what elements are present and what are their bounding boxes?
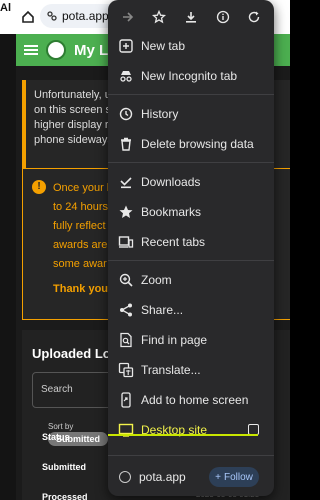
menu-top-actions bbox=[108, 0, 274, 34]
arrow-forward-icon[interactable] bbox=[121, 10, 135, 24]
follow-label: Follow bbox=[223, 471, 253, 483]
menu-item-label: Delete browsing data bbox=[141, 137, 254, 151]
menu-item-label: Add to home screen bbox=[141, 393, 249, 407]
info-icon[interactable] bbox=[216, 10, 230, 24]
status-bar-fragment: Al bbox=[0, 0, 16, 34]
home-icon[interactable] bbox=[18, 7, 38, 27]
plus-square-icon bbox=[119, 39, 133, 53]
sort-by-label: Sort by bbox=[48, 422, 74, 431]
menu-divider bbox=[108, 260, 274, 261]
url-text: pota.app bbox=[62, 9, 109, 23]
add-to-home-icon bbox=[121, 392, 131, 408]
alert-icon: ! bbox=[32, 180, 46, 194]
menu-divider bbox=[108, 94, 274, 95]
browser-overflow-menu: New tab New Incognito tab History Delete… bbox=[108, 0, 274, 496]
trash-icon bbox=[121, 137, 131, 151]
globe-icon bbox=[119, 471, 131, 483]
menu-item-history[interactable]: History bbox=[108, 99, 274, 129]
download-check-icon bbox=[120, 177, 132, 189]
menu-item-bookmarks[interactable]: Bookmarks bbox=[108, 197, 274, 227]
menu-item-translate[interactable]: Translate... bbox=[108, 355, 274, 385]
menu-item-new-incognito-tab[interactable]: New Incognito tab bbox=[108, 61, 274, 91]
devices-icon bbox=[118, 236, 134, 248]
download-icon[interactable] bbox=[184, 10, 198, 24]
menu-item-label: Bookmarks bbox=[141, 205, 202, 219]
menu-footer-site: pota.app bbox=[119, 470, 186, 484]
menu-item-label: New tab bbox=[141, 39, 186, 53]
translate-icon bbox=[118, 362, 134, 378]
zoom-icon bbox=[119, 273, 133, 287]
menu-item-downloads[interactable]: Downloads bbox=[108, 167, 274, 197]
star-icon bbox=[119, 205, 133, 218]
hamburger-menu-icon[interactable] bbox=[24, 44, 38, 56]
menu-item-find-in-page[interactable]: Find in page bbox=[108, 325, 274, 355]
highlight-underline bbox=[108, 434, 258, 436]
menu-item-label: Find in page bbox=[141, 333, 208, 347]
menu-item-label: Zoom bbox=[141, 273, 172, 287]
incognito-icon bbox=[120, 71, 132, 82]
menu-item-label: Translate... bbox=[141, 363, 201, 377]
footer-site-label: pota.app bbox=[139, 470, 186, 484]
menu-item-zoom[interactable]: Zoom bbox=[108, 265, 274, 295]
row-label-submitted: Submitted bbox=[42, 462, 86, 472]
section-title: Uploaded Log bbox=[32, 346, 119, 361]
menu-item-label: History bbox=[141, 107, 179, 121]
menu-item-recent-tabs[interactable]: Recent tabs bbox=[108, 227, 274, 257]
row-label-processed: Processed bbox=[42, 492, 88, 500]
reload-icon[interactable] bbox=[247, 10, 261, 24]
menu-item-label: Share... bbox=[141, 303, 184, 317]
row-label-status: Status bbox=[42, 432, 70, 442]
site-settings-icon[interactable] bbox=[46, 10, 58, 22]
site-logo bbox=[46, 40, 66, 60]
menu-divider bbox=[108, 162, 274, 163]
menu-item-new-tab[interactable]: New tab bbox=[108, 31, 274, 61]
menu-item-delete-browsing-data[interactable]: Delete browsing data bbox=[108, 129, 274, 159]
follow-button[interactable]: + Follow bbox=[209, 467, 259, 487]
menu-item-add-to-home-screen[interactable]: Add to home screen bbox=[108, 385, 274, 415]
plus-icon: + bbox=[215, 471, 221, 483]
menu-item-share[interactable]: Share... bbox=[108, 295, 274, 325]
share-icon bbox=[120, 303, 132, 317]
find-in-page-icon bbox=[120, 332, 132, 348]
menu-divider bbox=[108, 455, 274, 456]
star-icon[interactable] bbox=[152, 10, 167, 24]
menu-item-label: Recent tabs bbox=[141, 235, 206, 249]
history-icon bbox=[119, 107, 133, 121]
menu-item-label: New Incognito tab bbox=[141, 69, 238, 83]
menu-item-label: Downloads bbox=[141, 175, 201, 189]
screen: Al pota.app My Lo Unfortunately, up on t… bbox=[0, 0, 290, 500]
